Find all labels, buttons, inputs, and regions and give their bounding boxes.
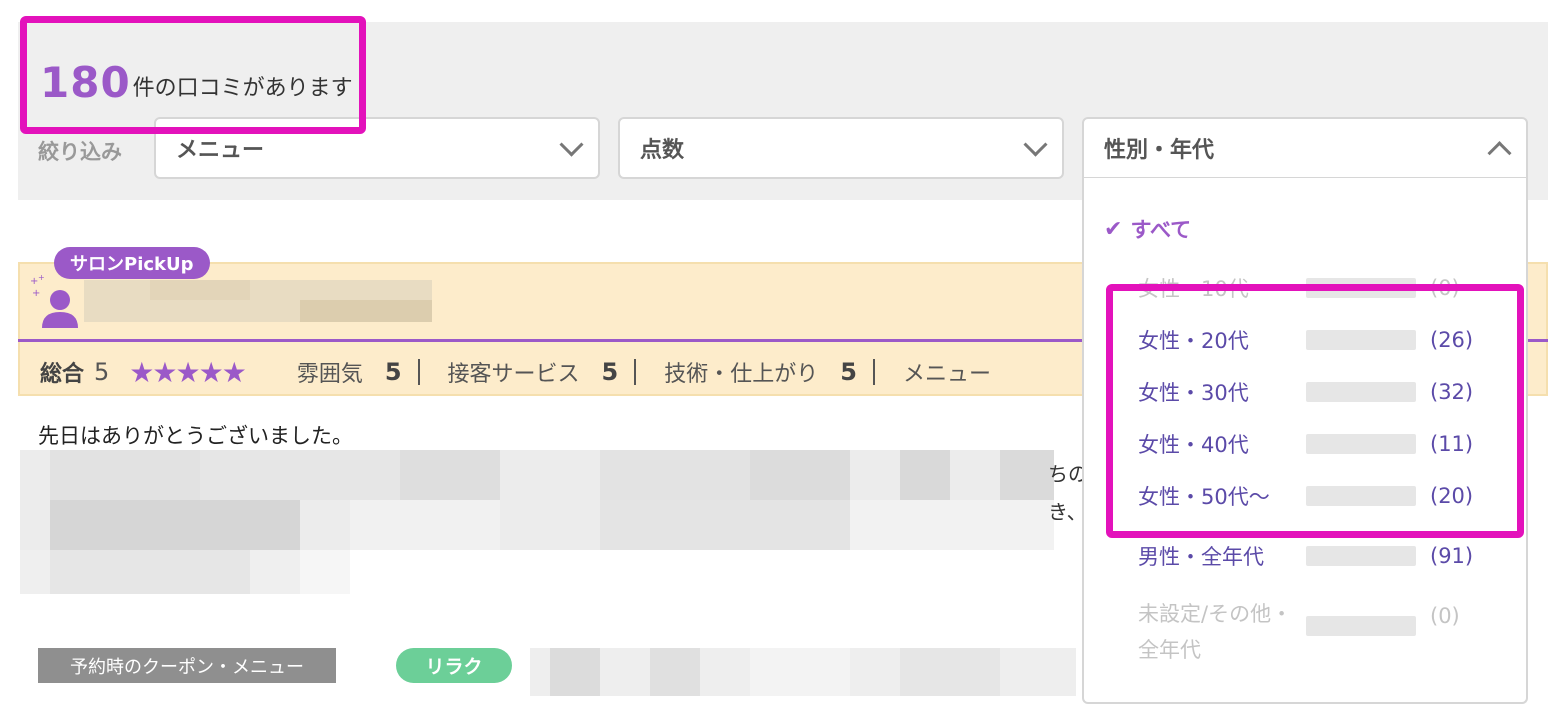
coupon-menu-label: 予約時のクーポン・メニュー (38, 648, 336, 683)
sub-score-label: 雰囲気 (296, 362, 363, 387)
review-body-blurred (20, 450, 1054, 594)
blur-cell (300, 300, 432, 322)
svg-text:+: + (32, 288, 40, 299)
chevron-up-icon (1487, 141, 1512, 166)
gender-age-filter-value: 性別・年代 (1104, 138, 1215, 163)
option-bar (1306, 616, 1416, 636)
salon-pickup-badge: サロンPickUp (54, 247, 210, 279)
sub-score-label: 接客サービス (447, 362, 580, 387)
sub-score-label: 技術・仕上がり (664, 362, 819, 387)
check-icon: ✔ (1104, 216, 1123, 242)
score-row: 総合 5 ★★★★★ 雰囲気 5 接客サービス 5 技術・仕上がり 5 メニュー (40, 352, 991, 392)
chevron-down-icon (1023, 132, 1048, 157)
highlight-box (20, 16, 366, 134)
review-text: 先日はありがとうございました。 (38, 424, 353, 448)
total-score-value: 5 (94, 358, 110, 386)
divider (417, 359, 420, 385)
svg-text:+: + (38, 273, 45, 282)
option-bar (1306, 546, 1416, 566)
blur-cell (150, 280, 250, 300)
sub-score-value: 5 (601, 358, 619, 386)
chevron-down-icon (559, 132, 584, 157)
option-label-line1: 未設定/その他・ (1138, 602, 1293, 626)
option-label: 男性・全年代 (1138, 545, 1264, 569)
option-male-all[interactable]: 男性・全年代 (91) (1138, 536, 1498, 576)
option-label: すべて (1130, 218, 1192, 242)
category-tag-relax: リラク (396, 648, 512, 683)
highlight-box (1106, 284, 1524, 538)
text-fragment: き、 (1048, 500, 1087, 524)
divider (872, 359, 875, 385)
option-count: (91) (1430, 544, 1474, 568)
option-all[interactable]: ✔ すべて (1104, 214, 1191, 244)
user-avatar-icon: + + + (30, 273, 78, 328)
coupon-name-blurred (530, 648, 1076, 696)
rating-stars: ★★★★★ (129, 355, 247, 389)
gender-age-filter-select[interactable]: 性別・年代 (1082, 117, 1528, 179)
sub-score-label: メニュー (902, 362, 991, 387)
sub-score-value: 5 (840, 358, 857, 386)
filter-label: 絞り込み (38, 140, 122, 164)
total-score-label: 総合 (40, 362, 85, 387)
option-unset-other: 未設定/その他・ 全年代 (0) (1138, 596, 1498, 676)
option-label-line2: 全年代 (1138, 638, 1201, 662)
menu-filter-value: メニュー (176, 138, 265, 163)
score-filter-value: 点数 (640, 138, 685, 163)
divider (634, 359, 637, 385)
sub-score-value: 5 (384, 358, 402, 386)
option-label: 未設定/その他・ 全年代 (1138, 596, 1306, 668)
score-filter-select[interactable]: 点数 (618, 117, 1064, 179)
option-count: (0) (1430, 604, 1460, 628)
